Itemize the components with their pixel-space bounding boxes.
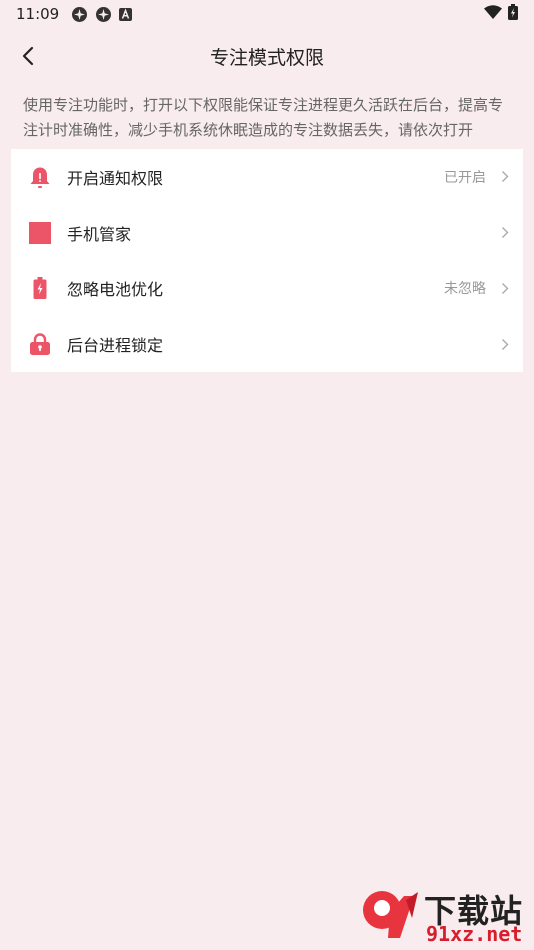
watermark: 下载站 91xz.net [360, 886, 530, 948]
permission-label: 开启通知权限 [67, 168, 164, 188]
lock-icon [29, 333, 51, 356]
permission-row-phone-manager[interactable]: 手机管家 [11, 205, 523, 261]
permission-label: 忽略电池优化 [67, 280, 164, 300]
permission-row-notification[interactable]: 开启通知权限 已开启 [11, 149, 523, 205]
status-bar: 11:09 [0, 0, 534, 28]
app-notification-icon-2 [95, 6, 112, 23]
chevron-right-icon [501, 170, 509, 183]
chevron-left-icon [22, 46, 34, 66]
chevron-right-icon [501, 282, 509, 295]
permission-label: 后台进程锁定 [67, 336, 164, 356]
app-notification-icon [71, 6, 88, 23]
bell-icon [29, 166, 51, 188]
page-title: 专注模式权限 [209, 46, 324, 69]
permission-row-battery[interactable]: 忽略电池优化 未忽略 [11, 261, 523, 317]
chevron-right-icon [501, 338, 509, 351]
watermark-domain: 91xz.net [426, 922, 523, 946]
permission-row-background-lock[interactable]: 后台进程锁定 [11, 316, 523, 372]
permissions-card: 开启通知权限 已开启 手机管家 忽略电池优化 未忽略 后台进程锁定 [11, 149, 523, 372]
permission-label: 手机管家 [67, 224, 132, 244]
chevron-right-icon [501, 226, 509, 239]
permission-status: 已开启 [444, 169, 486, 186]
status-time: 11:09 [16, 5, 60, 23]
square-icon [29, 221, 51, 244]
battery-icon [508, 4, 518, 24]
back-button[interactable] [14, 42, 42, 70]
status-right [484, 4, 518, 24]
a-badge-icon [119, 7, 133, 21]
watermark-logo-icon [363, 891, 418, 938]
wifi-icon [484, 5, 502, 23]
top-bar: 专注模式权限 [0, 34, 534, 78]
permission-status: 未忽略 [444, 281, 486, 298]
description-text: 使用专注功能时，打开以下权限能保证专注进程更久活跃在后台，提高专注计时准确性，减… [23, 96, 504, 139]
battery-optimization-icon [29, 277, 51, 300]
